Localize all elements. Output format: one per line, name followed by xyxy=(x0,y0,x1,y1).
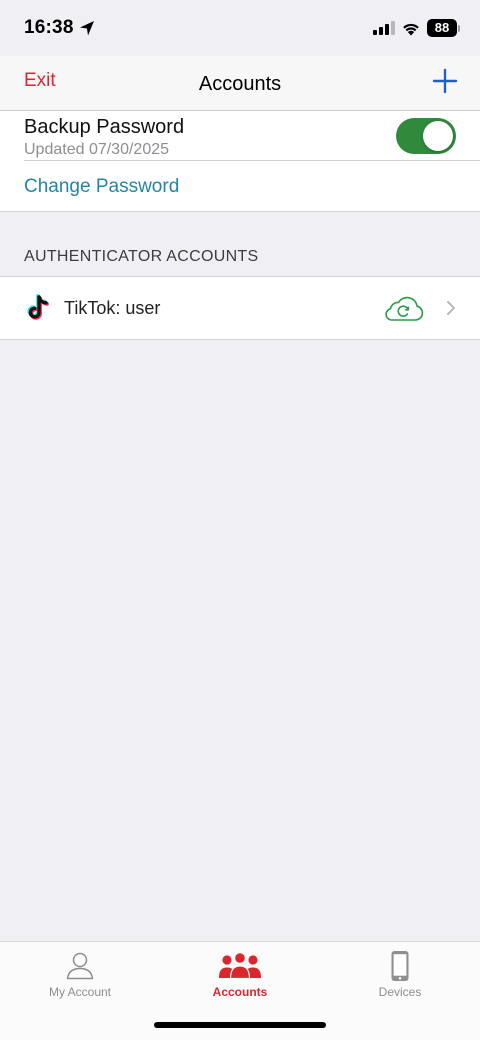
authenticator-accounts-header: AUTHENTICATOR ACCOUNTS xyxy=(24,248,259,265)
battery-level: 88 xyxy=(427,19,457,37)
people-group-icon xyxy=(219,951,261,980)
account-name: TikTok: user xyxy=(64,298,161,318)
cellular-signal-icon xyxy=(373,21,395,35)
phone-icon xyxy=(391,951,409,981)
backup-section: Backup Password Updated 07/30/2025 Chang… xyxy=(0,111,480,212)
backup-password-title: Backup Password xyxy=(24,116,185,138)
tab-accounts[interactable]: Accounts xyxy=(160,942,320,1006)
chevron-right-icon xyxy=(447,301,455,315)
tab-label: Accounts xyxy=(212,985,268,999)
backup-password-toggle[interactable] xyxy=(396,118,456,154)
backup-updated-date: Updated 07/30/2025 xyxy=(24,141,170,158)
add-icon[interactable] xyxy=(432,68,458,94)
tab-label: Devices xyxy=(378,985,422,999)
account-row-tiktok[interactable]: TikTok: user xyxy=(0,277,480,339)
nav-bar: Exit Accounts xyxy=(0,56,480,111)
cloud-sync-icon xyxy=(385,296,424,321)
page-title: Accounts xyxy=(198,73,282,95)
battery-nub xyxy=(458,24,460,32)
tab-my-account[interactable]: My Account xyxy=(0,942,160,1006)
wifi-icon xyxy=(403,23,419,35)
status-bar: 16:38 88 xyxy=(0,0,480,56)
tab-label: My Account xyxy=(48,985,112,999)
location-arrow-icon xyxy=(80,21,94,36)
person-icon xyxy=(66,952,94,980)
divider xyxy=(24,160,480,161)
change-password-link[interactable]: Change Password xyxy=(24,176,179,198)
status-indicators: 88 xyxy=(373,18,460,38)
account-list: TikTok: user xyxy=(0,276,480,340)
tiktok-logo-icon xyxy=(27,294,49,320)
home-indicator xyxy=(154,1022,326,1028)
status-time: 16:38 xyxy=(24,17,74,38)
tab-devices[interactable]: Devices xyxy=(320,942,480,1006)
toggle-knob xyxy=(423,121,453,151)
backup-password-row: Backup Password Updated 07/30/2025 xyxy=(0,111,480,160)
